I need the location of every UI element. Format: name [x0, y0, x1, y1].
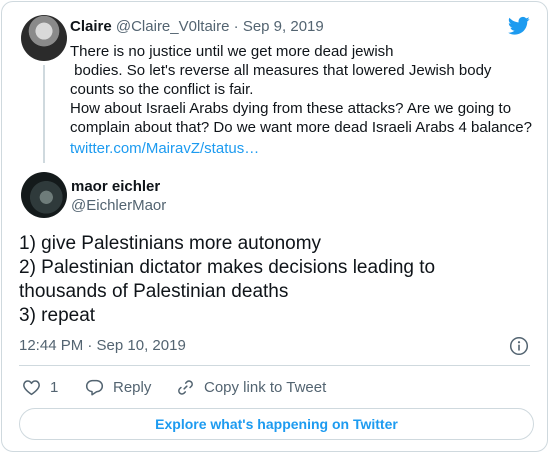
main-author-handle[interactable]: @EichlerMaor: [71, 196, 166, 216]
parent-tweet-header: Claire @Claire_V0ltaire · Sep 9, 2019: [70, 17, 324, 37]
parent-author-handle[interactable]: @Claire_V0ltaire: [116, 18, 230, 35]
parent-tweet-link[interactable]: twitter.com/MairavZ/status…: [70, 139, 540, 158]
parent-author-name[interactable]: Claire: [70, 18, 112, 35]
tweet-timestamp[interactable]: 12:44 PM · Sep 10, 2019: [19, 336, 186, 356]
main-author-avatar[interactable]: [21, 172, 67, 218]
reply-button[interactable]: Reply: [85, 376, 151, 398]
main-text-line: 2) Palestinian dictator makes decisions …: [19, 257, 436, 278]
like-count: 1: [50, 378, 59, 396]
main-text-line: thousands of Palestinian deaths: [19, 281, 289, 302]
parent-text-line: bodies. So let's reverse all measures th…: [70, 62, 492, 79]
parent-avatar[interactable]: [21, 15, 67, 61]
reply-label: Reply: [113, 378, 152, 396]
link-icon: [178, 379, 193, 395]
parent-tweet-date[interactable]: Sep 9, 2019: [243, 18, 324, 35]
parent-text-line: complain about that? Do we want more dea…: [70, 119, 532, 136]
embedded-tweet-card: Claire @Claire_V0ltaire · Sep 9, 2019 Th…: [1, 1, 548, 452]
twitter-bird-icon[interactable]: [508, 16, 530, 36]
heart-icon: [23, 379, 40, 395]
copy-link-label: Copy link to Tweet: [204, 378, 327, 396]
main-text-line: 3) repeat: [19, 305, 96, 326]
info-icon[interactable]: [509, 336, 529, 356]
parent-header-separator: ·: [233, 18, 239, 35]
like-button[interactable]: 1: [22, 376, 58, 398]
divider: [19, 365, 530, 366]
parent-tweet-text: There is no justice until we get more de…: [70, 42, 540, 158]
thread-connector-line: [43, 65, 45, 163]
parent-text-line: There is no justice until we get more de…: [70, 43, 394, 60]
main-text-line: 1) give Palestinians more autonomy: [19, 233, 322, 254]
main-tweet-text: 1) give Palestinians more autonomy 2) Pa…: [19, 232, 539, 328]
main-author-name[interactable]: maor eichler: [71, 177, 160, 197]
explore-twitter-button[interactable]: Explore what's happening on Twitter: [19, 408, 534, 440]
parent-text-line: How about Israeli Arabs dying from these…: [70, 100, 512, 117]
copy-link-button[interactable]: Copy link to Tweet: [176, 376, 326, 398]
speech-bubble-icon: [85, 379, 104, 395]
parent-text-line: counts so the conflict is fair.: [70, 81, 254, 98]
